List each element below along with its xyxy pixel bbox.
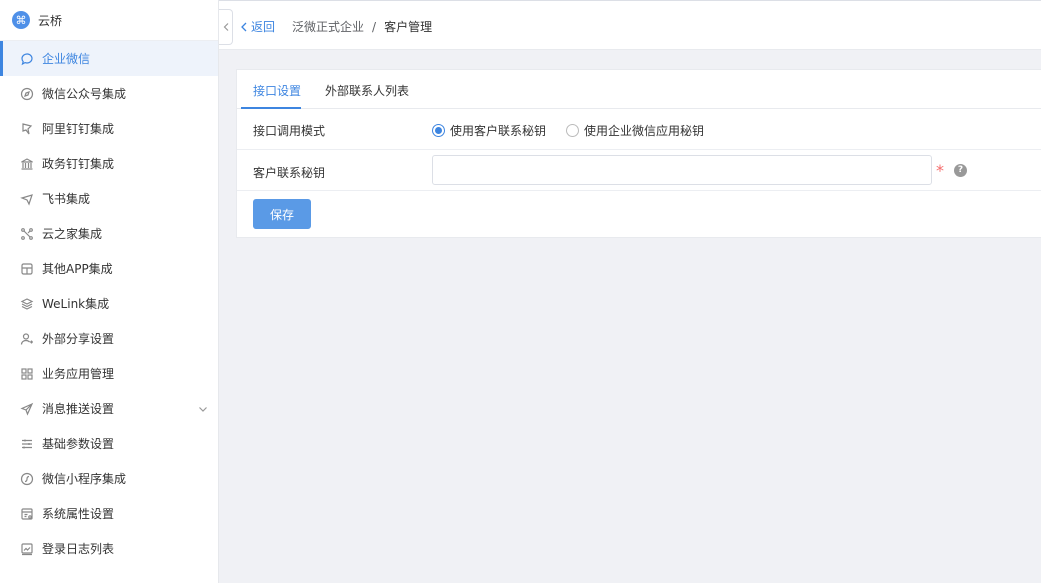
sidebar-item-other-app[interactable]: 其他APP集成: [0, 251, 218, 286]
secret-label: 客户联系秘钥: [253, 166, 326, 180]
breadcrumb-item[interactable]: 泛微正式企业: [292, 18, 364, 35]
radio-label: 使用客户联系秘钥: [450, 124, 547, 138]
sidebar-collapse-button[interactable]: [219, 9, 233, 45]
sidebar-item-label: 微信公众号集成: [42, 87, 127, 101]
app-name: 云桥: [38, 13, 63, 28]
tab-bar: 接口设置 外部联系人列表: [237, 70, 1041, 109]
top-header: 返回 泛微正式企业 / 客户管理: [219, 0, 1041, 50]
plane-icon: [20, 192, 34, 206]
bank-icon: [20, 157, 34, 171]
sidebar-item-label: 基础参数设置: [42, 437, 115, 451]
nodes-icon: [20, 227, 34, 241]
sidebar-item-welink[interactable]: WeLink集成: [0, 286, 218, 321]
mode-label: 接口调用模式: [253, 124, 326, 138]
compass-icon: [20, 87, 34, 101]
form-row-mode: 接口调用模式 使用客户联系秘钥 使用企业微信应用秘钥: [237, 109, 1041, 150]
radio-unchecked-icon[interactable]: [566, 124, 579, 137]
app-icon: [20, 262, 34, 276]
back-link[interactable]: 返回: [240, 18, 275, 35]
sidebar-item-miniprogram[interactable]: 微信小程序集成: [0, 461, 218, 496]
brand: ⌘ 云桥: [0, 0, 218, 41]
tab-external-contacts[interactable]: 外部联系人列表: [325, 82, 409, 99]
sidebar-item-basic-params[interactable]: 基础参数设置: [0, 426, 218, 461]
settings-panel: 接口设置 外部联系人列表 接口调用模式 使用客户联系秘钥 使用企业微信应用秘钥 …: [236, 69, 1041, 238]
sidebar-item-label: 外部分享设置: [42, 332, 115, 346]
sidebar-item-label: 企业微信: [42, 52, 91, 66]
sidebar-item-feishu[interactable]: 飞书集成: [0, 181, 218, 216]
sliders-icon: [20, 437, 34, 451]
sidebar-item-label: 业务应用管理: [42, 367, 115, 381]
sidebar-item-label: 飞书集成: [42, 192, 91, 206]
tab-api-settings[interactable]: 接口设置: [253, 82, 301, 99]
radio-app-secret[interactable]: 使用企业微信应用秘钥: [566, 122, 704, 139]
sidebar-item-business-apps[interactable]: 业务应用管理: [0, 356, 218, 391]
radio-checked-icon[interactable]: [432, 124, 445, 137]
save-button[interactable]: 保存: [253, 199, 311, 229]
sidebar-item-wechat-official[interactable]: 微信公众号集成: [0, 76, 218, 111]
form-row-secret: 客户联系秘钥 * ?: [237, 150, 1041, 191]
sidebar-item-label: 其他APP集成: [42, 262, 113, 276]
chevron-down-icon[interactable]: [198, 403, 208, 413]
sidebar-nav: 企业微信 微信公众号集成 阿里钉钉集成 政务钉钉集成 飞书集成 云之家集成 其他…: [0, 41, 218, 566]
radio-customer-secret[interactable]: 使用客户联系秘钥: [432, 122, 546, 139]
sidebar-item-label: 微信小程序集成: [42, 472, 127, 486]
sidebar-item-label: 登录日志列表: [42, 542, 115, 556]
sidebar-item-label: 阿里钉钉集成: [42, 122, 115, 136]
grid-icon: [20, 367, 34, 381]
help-icon[interactable]: ?: [954, 164, 967, 177]
layers-icon: [20, 297, 34, 311]
sidebar-item-wecom[interactable]: 企业微信: [0, 41, 218, 76]
settings-panel-icon: [20, 507, 34, 521]
chat-icon: [20, 52, 34, 66]
miniprogram-icon: [20, 472, 34, 486]
customer-secret-input[interactable]: [432, 155, 932, 185]
sidebar-item-dingtalk[interactable]: 阿里钉钉集成: [0, 111, 218, 146]
pin-icon: [20, 122, 34, 136]
sidebar-item-label: WeLink集成: [42, 297, 110, 311]
back-label: 返回: [251, 20, 276, 34]
chevron-left-icon: [223, 23, 228, 31]
breadcrumb-current: 客户管理: [384, 20, 433, 34]
user-icon: [20, 332, 34, 346]
sidebar-item-label: 消息推送设置: [42, 402, 115, 416]
sidebar-item-system-props[interactable]: 系统属性设置: [0, 496, 218, 531]
send-icon: [20, 402, 34, 416]
sidebar-item-external-share[interactable]: 外部分享设置: [0, 321, 218, 356]
sidebar-item-label: 政务钉钉集成: [42, 157, 115, 171]
breadcrumb-separator: /: [372, 19, 377, 34]
app-logo-icon: ⌘: [12, 11, 30, 29]
sidebar-item-login-log[interactable]: 登录日志列表: [0, 531, 218, 566]
sidebar-item-gov-dingtalk[interactable]: 政务钉钉集成: [0, 146, 218, 181]
sidebar-item-label: 云之家集成: [42, 227, 103, 241]
sidebar-item-yunzhijia[interactable]: 云之家集成: [0, 216, 218, 251]
log-icon: [20, 542, 34, 556]
sidebar-item-push-settings[interactable]: 消息推送设置: [0, 391, 218, 426]
required-mark: *: [936, 161, 944, 180]
breadcrumb: 泛微正式企业 / 客户管理: [292, 18, 432, 35]
sidebar-item-label: 系统属性设置: [42, 507, 115, 521]
sidebar: ⌘ 云桥 企业微信 微信公众号集成 阿里钉钉集成 政务钉钉集成 飞书集成 云之家…: [0, 0, 219, 583]
chevron-left-icon: [241, 22, 247, 31]
radio-label: 使用企业微信应用秘钥: [584, 124, 705, 138]
